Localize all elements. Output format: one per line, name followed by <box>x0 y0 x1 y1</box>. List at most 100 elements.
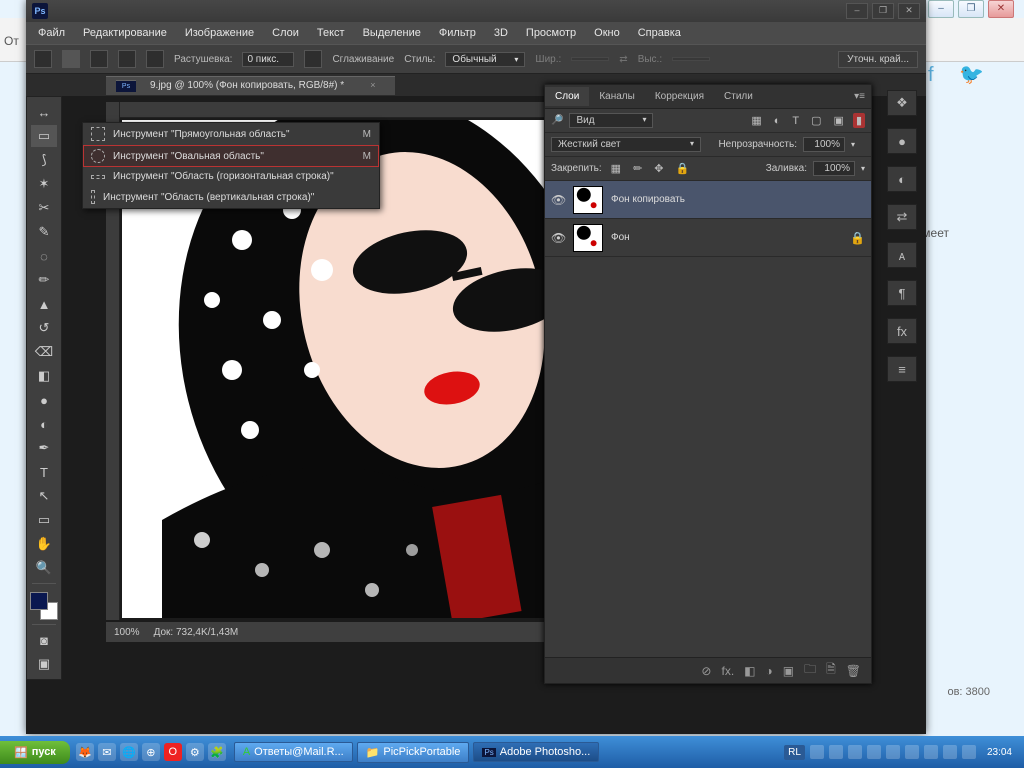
flyout-row-marquee[interactable]: Инструмент "Область (горизонтальная стро… <box>83 167 379 186</box>
tray-icon[interactable] <box>962 745 976 759</box>
layer-thumb[interactable] <box>573 224 603 252</box>
menu-text[interactable]: Текст <box>309 24 353 42</box>
trash-icon[interactable]: 🗑 <box>846 664 861 678</box>
style-select[interactable]: Обычный <box>445 52 525 67</box>
tab-layers[interactable]: Слои <box>545 87 589 106</box>
new-layer-icon[interactable]: 🗎 <box>826 660 836 681</box>
menu-help[interactable]: Справка <box>630 24 689 42</box>
tray-icon[interactable] <box>905 745 919 759</box>
doc-size[interactable]: Док: 732,4K/1,43M <box>154 627 239 638</box>
tool-crop[interactable]: ✂ <box>31 197 57 219</box>
flyout-ellipse-marquee[interactable]: Инструмент "Овальная область"M <box>83 145 379 167</box>
layer-row[interactable]: 👁 Фон 🔒 <box>545 219 871 257</box>
tool-marquee[interactable]: ▭ <box>31 125 57 147</box>
tab-adjust[interactable]: Коррекция <box>645 87 714 106</box>
tool-history[interactable]: ↺ <box>31 317 57 339</box>
group-icon[interactable]: ▣ <box>783 664 794 678</box>
tool-text[interactable]: T <box>31 461 57 483</box>
height-field[interactable] <box>672 57 710 61</box>
tray-icon[interactable] <box>943 745 957 759</box>
ql-icon[interactable]: 🦊 <box>76 743 94 761</box>
flyout-col-marquee[interactable]: Инструмент "Область (вертикальная строка… <box>83 186 379 208</box>
start-button[interactable]: 🪟 пуск <box>0 741 70 764</box>
dock-swatch-icon[interactable]: ◐ <box>887 166 917 192</box>
visibility-icon[interactable]: 👁 <box>551 193 565 207</box>
tab-styles[interactable]: Стили <box>714 87 763 106</box>
dock-adjust-icon[interactable]: ⇄ <box>887 204 917 230</box>
sel-add-icon[interactable] <box>90 50 108 68</box>
menu-file[interactable]: Файл <box>30 24 73 42</box>
tool-hand[interactable]: ✋ <box>31 533 57 555</box>
dock-layers-icon[interactable]: ❖ <box>887 90 917 116</box>
tool-move[interactable]: ↔ <box>31 101 57 123</box>
mask-icon[interactable]: ◧ <box>744 664 755 678</box>
sel-sub-icon[interactable] <box>118 50 136 68</box>
tray-icon[interactable] <box>829 745 843 759</box>
layer-thumb[interactable] <box>573 186 603 214</box>
feather-field[interactable]: 0 пикс. <box>242 52 294 67</box>
menu-layers[interactable]: Слои <box>264 24 307 42</box>
dock-styles-icon[interactable]: fx <box>887 318 917 344</box>
filter-kind-select[interactable]: Вид <box>569 113 653 128</box>
layer-row[interactable]: 👁 Фон копировать <box>545 181 871 219</box>
layer-name[interactable]: Фон <box>611 232 630 243</box>
ps-max-button[interactable]: ❐ <box>872 3 894 19</box>
lock-pos-icon[interactable]: ✥ <box>651 162 666 175</box>
dock-color-icon[interactable]: ● <box>887 128 917 154</box>
ruler-horizontal[interactable] <box>120 102 576 118</box>
tool-heal[interactable]: ◌ <box>31 245 57 267</box>
tool-dodge[interactable]: ◐ <box>31 413 57 435</box>
task-button[interactable]: 📁PicPickPortable <box>357 742 470 763</box>
menu-view[interactable]: Просмотр <box>518 24 584 42</box>
filter-pix-icon[interactable]: ▦ <box>748 114 764 127</box>
tray-icon[interactable] <box>810 745 824 759</box>
ql-icon[interactable]: ⚙ <box>186 743 204 761</box>
tool-wand[interactable]: ✶ <box>31 173 57 195</box>
panel-menu-icon[interactable]: ▾≡ <box>844 87 871 106</box>
ps-titlebar[interactable]: Ps – ❐ ✕ <box>26 0 926 22</box>
zoom-value[interactable]: 100% <box>114 627 140 638</box>
tool-shape[interactable]: ▭ <box>31 509 57 531</box>
filter-toggle[interactable]: ▮ <box>853 113 865 128</box>
filter-smart-icon[interactable]: ▣ <box>831 114 847 127</box>
tab-channels[interactable]: Каналы <box>589 87 645 106</box>
blend-mode-select[interactable]: Жесткий свет <box>551 137 701 152</box>
tool-blur[interactable]: ● <box>31 389 57 411</box>
filter-shape-icon[interactable]: ▢ <box>808 114 824 127</box>
tray-icon[interactable] <box>886 745 900 759</box>
menu-image[interactable]: Изображение <box>177 24 262 42</box>
lang-indicator[interactable]: RL <box>784 745 805 760</box>
dock-para-icon[interactable]: ¶ <box>887 280 917 306</box>
lock-all-icon[interactable]: 🔒 <box>673 162 693 175</box>
fx-icon[interactable]: fx. <box>721 664 734 678</box>
aa-checkbox[interactable] <box>304 50 322 68</box>
ps-min-button[interactable]: – <box>846 3 868 19</box>
ql-icon[interactable]: ⊕ <box>142 743 160 761</box>
visibility-icon[interactable]: 👁 <box>551 231 565 245</box>
menu-edit[interactable]: Редактирование <box>75 24 175 42</box>
fill-field[interactable]: 100% <box>813 161 855 176</box>
menu-filter[interactable]: Фильтр <box>431 24 484 42</box>
ql-icon[interactable]: ✉ <box>98 743 116 761</box>
tool-gradient[interactable]: ◧ <box>31 365 57 387</box>
tool-quickmask[interactable]: ◙ <box>31 629 57 651</box>
tool-eyedrop[interactable]: ✎ <box>31 221 57 243</box>
menu-select[interactable]: Выделение <box>355 24 429 42</box>
close-os[interactable]: ✕ <box>988 0 1014 18</box>
min-os[interactable]: – <box>928 0 954 18</box>
clock[interactable]: 23:04 <box>981 747 1018 758</box>
width-field[interactable] <box>571 57 609 61</box>
layer-name[interactable]: Фон копировать <box>611 194 685 205</box>
document-tab[interactable]: Ps9.jpg @ 100% (Фон копировать, RGB/8#) … <box>106 76 395 95</box>
sel-int-icon[interactable] <box>146 50 164 68</box>
tool-zoom[interactable]: 🔍 <box>31 557 57 579</box>
refine-edge-button[interactable]: Уточн. край... <box>838 51 918 68</box>
menu-window[interactable]: Окно <box>586 24 628 42</box>
flyout-rect-marquee[interactable]: Инструмент "Прямоугольная область"M <box>83 123 379 145</box>
dock-prop-icon[interactable]: ≡ <box>887 356 917 382</box>
tool-screenmode[interactable]: ▣ <box>31 653 57 675</box>
tool-lasso[interactable]: ⟆ <box>31 149 57 171</box>
lock-icon[interactable]: 🔒 <box>850 231 865 245</box>
ql-icon[interactable]: 🧩 <box>208 743 226 761</box>
tool-brush[interactable]: ✏ <box>31 269 57 291</box>
